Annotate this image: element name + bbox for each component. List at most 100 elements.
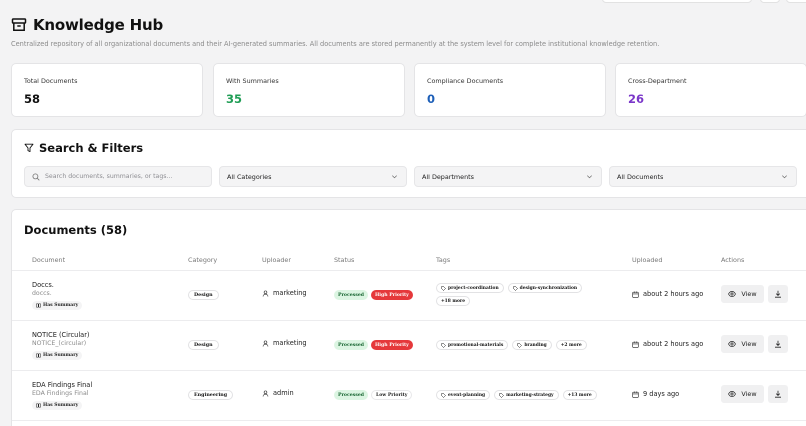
uploaded-time-label: about 2 hours ago <box>643 290 704 298</box>
tag-icon <box>512 285 518 291</box>
uploader-name: marketing <box>273 289 307 297</box>
document-filename: NOTICE_(circular) <box>32 340 87 347</box>
document-name[interactable]: Doccs. <box>32 281 54 289</box>
tag-label: event-planning <box>448 392 486 398</box>
uploader: marketing <box>262 289 307 297</box>
tag-icon <box>499 392 504 398</box>
stat-label: Cross-Department <box>628 77 687 85</box>
uploaded-time-label: 9 days ago <box>643 390 680 398</box>
calendar-icon <box>632 290 639 298</box>
view-button[interactable]: View <box>721 385 764 403</box>
uploader-name: marketing <box>273 339 307 347</box>
column-header-category: Category <box>188 256 218 264</box>
chevron-down-icon <box>587 175 592 179</box>
top-profile-button[interactable] <box>786 0 806 3</box>
column-header-document: Document <box>32 256 66 264</box>
document-name[interactable]: NOTICE (Circular) <box>32 331 90 339</box>
download-icon <box>775 390 781 398</box>
category-select[interactable]: All Categories <box>219 166 407 187</box>
uploader: marketing <box>262 339 307 347</box>
search-field[interactable] <box>24 166 212 187</box>
stat-card-compliance-documents: Compliance Documents 0 <box>414 63 606 117</box>
search-input[interactable] <box>45 173 205 180</box>
column-header-uploaded: Uploaded <box>632 256 663 264</box>
priority-badge: Low Priority <box>370 390 413 400</box>
tag-label: design-synchronization <box>519 285 578 291</box>
category-select-value: All Categories <box>227 172 272 181</box>
tag: event-planning <box>436 390 491 400</box>
tag-icon <box>441 285 446 291</box>
calendar-icon <box>632 340 639 348</box>
filter-icon <box>24 143 34 153</box>
stat-value: 58 <box>24 92 41 106</box>
tag-list: project-coordination design-synchronizat… <box>436 283 606 306</box>
book-icon <box>36 403 41 408</box>
summary-badge-label: Has Summary <box>43 403 79 408</box>
filters-panel: Search & Filters All Categories All Depa… <box>11 129 806 198</box>
tag: project-coordination <box>436 283 504 293</box>
more-tags-badge: +13 more <box>562 390 597 400</box>
download-button[interactable] <box>768 285 788 303</box>
document-filename: EDA Findings Final <box>32 390 89 397</box>
table-row[interactable]: EDA Findings Final EDA Findings Final Ha… <box>12 371 806 421</box>
user-icon <box>262 290 269 297</box>
archive-icon <box>11 18 27 31</box>
eye-icon <box>728 391 737 397</box>
column-header-tags: Tags <box>436 256 451 264</box>
column-header-status: Status <box>334 256 355 264</box>
book-icon <box>36 353 41 358</box>
document-name[interactable]: EDA Findings Final <box>32 381 92 389</box>
documents-panel: Documents (58) Document Category Uploade… <box>11 209 806 426</box>
stat-label: With Summaries <box>226 77 279 85</box>
tag: design-synchronization <box>507 283 583 293</box>
category-badge: Design <box>188 290 219 300</box>
document-filename: doccs. <box>32 290 52 297</box>
tag-label: project-coordination <box>448 285 499 291</box>
view-button[interactable]: View <box>721 335 764 353</box>
status-badge: Processed <box>334 390 368 400</box>
download-button[interactable] <box>768 385 788 403</box>
summary-badge-label: Has Summary <box>43 303 79 308</box>
table-row[interactable]: NOTICE (Circular) NOTICE_(circular) Has … <box>12 321 806 371</box>
stat-label: Compliance Documents <box>427 77 504 85</box>
download-button[interactable] <box>768 335 788 353</box>
status-badge: Processed <box>334 290 368 300</box>
view-button[interactable]: View <box>721 285 764 303</box>
department-select[interactable]: All Departments <box>414 166 602 187</box>
top-search-box[interactable] <box>602 0 752 3</box>
tag-icon <box>517 342 523 348</box>
status-badges: Processed High Priority <box>334 290 413 300</box>
page-description: Centralized repository of all organizati… <box>11 40 660 48</box>
uploader: admin <box>262 389 294 397</box>
stat-card-total-documents: Total Documents 58 <box>11 63 203 117</box>
summary-badge: Has Summary <box>32 351 83 360</box>
search-icon <box>32 173 40 181</box>
calendar-icon <box>632 390 639 398</box>
stats-row: Total Documents 58 With Summaries 35 Com… <box>11 63 806 117</box>
stat-label: Total Documents <box>24 77 78 85</box>
documents-select[interactable]: All Documents <box>609 166 797 187</box>
top-action-button[interactable] <box>760 0 780 3</box>
view-button-label: View <box>741 340 757 348</box>
uploaded-time: about 2 hours ago <box>632 290 703 298</box>
summary-badge: Has Summary <box>32 401 83 410</box>
filters-heading: Search & Filters <box>24 141 143 155</box>
stat-value: 26 <box>628 92 645 106</box>
tag: promotional-materials <box>436 340 509 350</box>
tag-icon <box>441 392 446 398</box>
documents-select-value: All Documents <box>617 172 664 181</box>
stat-value: 35 <box>226 92 243 106</box>
tag-list: event-planning marketing-strategy +13 mo… <box>436 390 606 400</box>
user-icon <box>262 390 269 397</box>
table-row[interactable]: Doccs. doccs. Has Summary Design marketi… <box>12 271 806 321</box>
tag-label: promotional-materials <box>448 342 504 348</box>
tag-label: marketing-strategy <box>506 392 554 398</box>
tag-label: branding <box>524 342 547 348</box>
summary-badge-label: Has Summary <box>43 353 79 358</box>
status-badge: Processed <box>334 340 368 350</box>
download-icon <box>775 340 781 348</box>
status-badges: Processed High Priority <box>334 340 413 350</box>
chevron-down-icon <box>392 175 397 179</box>
summary-badge: Has Summary <box>32 301 83 310</box>
column-header-uploader: Uploader <box>262 256 291 264</box>
